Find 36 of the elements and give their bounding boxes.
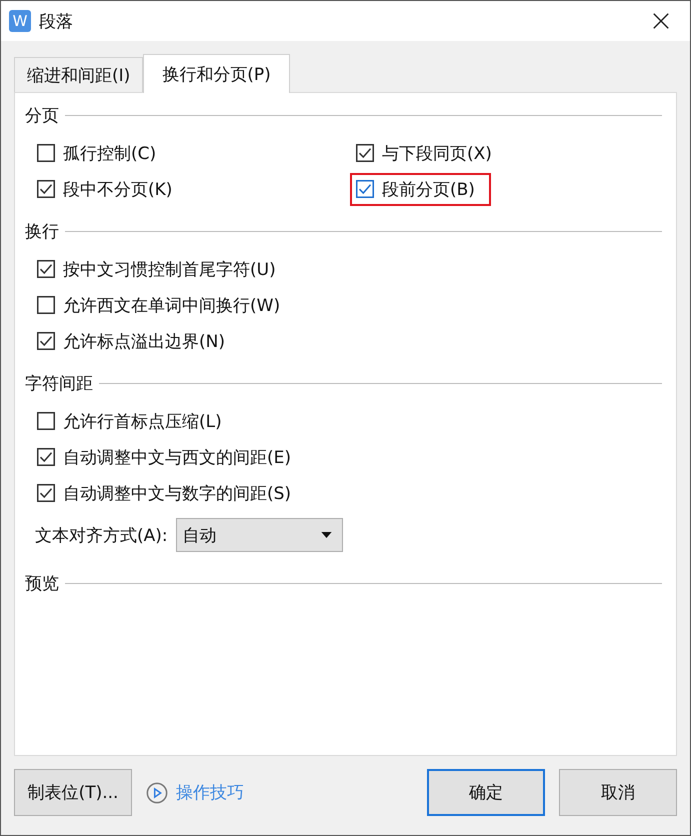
checkbox[interactable]: 按中文习惯控制首尾字符(U) bbox=[31, 252, 292, 286]
tab-stops-button[interactable]: 制表位(T)... bbox=[14, 769, 132, 816]
checkbox[interactable]: 自动调整中文与西文的间距(E) bbox=[31, 440, 308, 474]
section-title: 分页 bbox=[25, 104, 59, 126]
checkbox[interactable]: 与下段同页(X) bbox=[350, 136, 508, 170]
checkbox-icon[interactable] bbox=[37, 260, 55, 278]
checkbox-icon[interactable] bbox=[37, 144, 55, 162]
tab[interactable]: 缩进和间距(I) bbox=[14, 57, 144, 92]
checkbox[interactable]: 自动调整中文与数字的间距(S) bbox=[31, 476, 308, 510]
alignment-dropdown[interactable]: 自动 bbox=[176, 518, 343, 552]
highlighted-checkbox[interactable]: 段前分页(B) bbox=[350, 172, 491, 206]
play-icon bbox=[146, 782, 168, 804]
checkbox-icon[interactable] bbox=[37, 180, 55, 198]
checkbox-icon[interactable] bbox=[356, 180, 374, 198]
tab[interactable]: 换行和分页(P) bbox=[143, 54, 290, 93]
close-icon[interactable] bbox=[652, 12, 670, 30]
checkbox-icon[interactable] bbox=[37, 412, 55, 430]
checkbox-icon[interactable] bbox=[37, 296, 55, 314]
checkbox-icon[interactable] bbox=[37, 484, 55, 502]
checkbox-icon[interactable] bbox=[37, 332, 55, 350]
cancel-button[interactable]: 取消 bbox=[559, 769, 677, 816]
checkbox[interactable]: 孤行控制(C) bbox=[31, 136, 172, 170]
checkbox-icon[interactable] bbox=[356, 144, 374, 162]
section-title: 换行 bbox=[25, 220, 59, 242]
checkbox[interactable]: 段中不分页(K) bbox=[31, 172, 188, 206]
checkbox[interactable]: 允许标点溢出边界(N) bbox=[31, 324, 241, 358]
window-title: 段落 bbox=[39, 10, 74, 32]
checkbox[interactable]: 允许行首标点压缩(L) bbox=[31, 404, 238, 438]
section-title: 字符间距 bbox=[25, 372, 93, 394]
caret-icon bbox=[320, 532, 332, 538]
checkbox[interactable]: 允许西文在单词中间换行(W) bbox=[31, 288, 296, 322]
checkbox-icon[interactable] bbox=[37, 448, 55, 466]
alignment-label: 文本对齐方式(A): bbox=[35, 524, 168, 546]
section-title: 预览 bbox=[25, 572, 59, 594]
app-logo-icon: W bbox=[9, 10, 31, 32]
ok-button[interactable]: 确定 bbox=[427, 769, 545, 816]
